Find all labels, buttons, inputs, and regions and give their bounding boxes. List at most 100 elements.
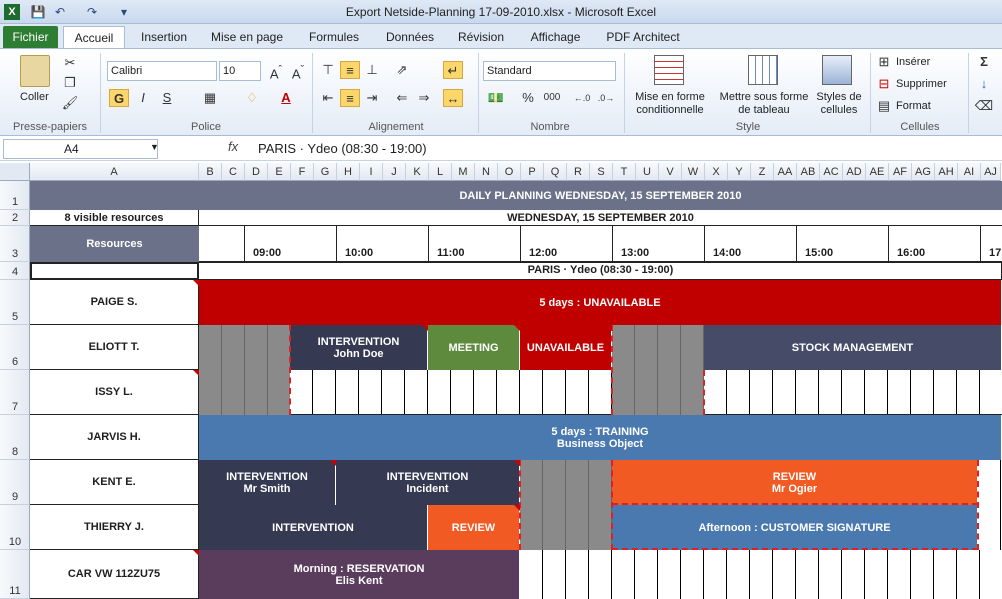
copy-icon[interactable]: ❐ — [60, 74, 80, 92]
column-header-g[interactable]: G — [314, 163, 337, 181]
conditional-format-icon[interactable] — [654, 55, 684, 85]
comment-indicator[interactable] — [606, 325, 612, 331]
column-header-ag[interactable]: AG — [912, 163, 935, 181]
cell-a4-selected[interactable] — [30, 262, 199, 280]
column-header-s[interactable]: S — [590, 163, 613, 181]
column-header-aj[interactable]: AJ — [981, 163, 1001, 181]
column-header-ac[interactable]: AC — [820, 163, 843, 181]
cut-icon[interactable]: ✂ — [60, 54, 80, 72]
column-header-z[interactable]: Z — [751, 163, 774, 181]
fx-button[interactable]: fx — [228, 139, 238, 154]
site-label[interactable]: PARIS · Ydeo (08:30 - 19:00) — [199, 262, 1002, 280]
row-header-9[interactable]: 9 — [0, 460, 30, 505]
row-header-3[interactable]: 3 — [0, 226, 30, 262]
block-kent-intervention-2[interactable]: INTERVENTION Incident — [336, 460, 520, 505]
column-header-p[interactable]: P — [521, 163, 544, 181]
delete-button[interactable]: Supprimer — [896, 78, 947, 90]
visible-resources-count[interactable]: 8 visible resources — [30, 210, 199, 226]
align-right-icon[interactable]: ⇥ — [362, 89, 382, 107]
column-header-m[interactable]: M — [452, 163, 475, 181]
column-header-c[interactable]: C — [222, 163, 245, 181]
column-header-r[interactable]: R — [567, 163, 590, 181]
tab-review[interactable]: Révision — [453, 26, 509, 48]
free-slots[interactable] — [978, 460, 1002, 505]
number-format-combo[interactable]: Standard — [483, 61, 616, 81]
resource-thierry[interactable]: THIERRY J. — [30, 505, 199, 550]
decrease-decimal-icon[interactable]: .0→ — [596, 89, 616, 107]
row-header-1[interactable]: 1 — [0, 181, 30, 210]
planning-title[interactable]: DAILY PLANNING WEDNESDAY, 15 SEPTEMBER 2… — [199, 181, 1002, 210]
format-cells-icon[interactable]: ▤ — [874, 97, 894, 115]
column-header-b[interactable]: B — [199, 163, 222, 181]
column-header-d[interactable]: D — [245, 163, 268, 181]
tab-insert[interactable]: Insertion — [135, 26, 193, 48]
align-bottom-icon[interactable]: ⊥ — [362, 61, 382, 79]
column-header-e[interactable]: E — [268, 163, 291, 181]
format-as-table-icon[interactable] — [748, 55, 778, 85]
column-header-aa[interactable]: AA — [774, 163, 797, 181]
resource-issy[interactable]: ISSY L. — [30, 370, 199, 415]
comment-indicator[interactable] — [330, 460, 336, 466]
name-box-dropdown-icon[interactable]: ▼ — [150, 142, 159, 152]
italic-button[interactable]: I — [133, 89, 153, 107]
comment-indicator[interactable] — [514, 505, 520, 511]
block-eliott-intervention[interactable]: INTERVENTION John Doe — [290, 325, 428, 370]
row-header-11[interactable]: 11 — [0, 550, 30, 599]
block-kent-intervention-1[interactable]: INTERVENTION Mr Smith — [199, 460, 336, 505]
bold-button[interactable]: G — [109, 89, 129, 107]
increase-decimal-icon[interactable]: ←.0 — [572, 89, 592, 107]
column-header-n[interactable]: N — [475, 163, 498, 181]
free-slots[interactable] — [290, 370, 612, 415]
row-header-10[interactable]: 10 — [0, 505, 30, 550]
conditional-format-button[interactable]: Mise en forme conditionnelle — [630, 91, 710, 117]
resource-eliott[interactable]: ELIOTT T. — [30, 325, 199, 370]
align-top-icon[interactable]: ⊤ — [318, 61, 338, 79]
currency-icon[interactable]: 💵 — [486, 89, 506, 107]
column-header-t[interactable]: T — [613, 163, 636, 181]
align-left-icon[interactable]: ⇤ — [318, 89, 338, 107]
column-header-ab[interactable]: AB — [797, 163, 820, 181]
tab-data[interactable]: Données — [380, 26, 440, 48]
block-eliott-meeting[interactable]: MEETING — [428, 325, 520, 370]
column-header-y[interactable]: Y — [728, 163, 751, 181]
tab-view[interactable]: Affichage — [523, 26, 588, 48]
comment-indicator[interactable] — [193, 280, 199, 286]
block-thierry-review[interactable]: REVIEW — [428, 505, 520, 550]
fill-icon[interactable]: ↓ — [974, 75, 994, 93]
column-header-ae[interactable]: AE — [866, 163, 889, 181]
row-header-2[interactable]: 2 — [0, 210, 30, 226]
borders-icon[interactable]: ▦ — [200, 89, 220, 107]
formula-input[interactable]: PARIS · Ydeo (08:30 - 19:00) — [258, 141, 427, 156]
comment-indicator[interactable] — [422, 325, 428, 331]
block-thierry-intervention[interactable]: INTERVENTION — [199, 505, 428, 550]
autosum-button[interactable]: Σ — [974, 53, 994, 71]
resource-car[interactable]: CAR VW 112ZU75 — [30, 550, 199, 599]
paste-icon[interactable] — [20, 55, 50, 87]
resource-kent[interactable]: KENT E. — [30, 460, 199, 505]
grow-font-icon[interactable]: Aˆ — [266, 61, 286, 81]
block-thierry-afternoon[interactable]: Afternoon : CUSTOMER SIGNATURE — [612, 505, 978, 550]
row-header-5[interactable]: 5 — [0, 280, 30, 325]
select-all-corner[interactable] — [0, 163, 30, 181]
comment-indicator[interactable] — [514, 325, 520, 331]
block-eliott-unavailable[interactable]: UNAVAILABLE — [520, 325, 612, 370]
column-header-a[interactable]: A — [30, 163, 199, 181]
paste-button[interactable]: Coller — [20, 91, 49, 103]
insert-button[interactable]: Insérer — [896, 56, 930, 68]
free-slots[interactable] — [704, 370, 1002, 415]
free-slots[interactable] — [978, 505, 1002, 550]
underline-button[interactable]: S — [157, 89, 177, 107]
align-middle-icon[interactable]: ≡ — [340, 61, 360, 79]
font-name-combo[interactable]: Calibri — [107, 61, 217, 81]
column-header-v[interactable]: V — [659, 163, 682, 181]
column-header-ad[interactable]: AD — [843, 163, 866, 181]
insert-cells-icon[interactable]: ⊞ — [874, 53, 894, 71]
block-kent-review[interactable]: REVIEW Mr Ogier — [612, 460, 978, 505]
tab-pdf-architect[interactable]: PDF Architect — [603, 26, 683, 48]
tab-home[interactable]: Accueil — [63, 26, 125, 48]
column-header-l[interactable]: L — [429, 163, 452, 181]
format-painter-icon[interactable]: 🖌 — [60, 94, 80, 112]
resources-header[interactable]: Resources — [30, 226, 199, 262]
block-eliott-stock[interactable]: STOCK MANAGEMENT — [704, 325, 1002, 370]
free-slots[interactable] — [520, 550, 1002, 599]
